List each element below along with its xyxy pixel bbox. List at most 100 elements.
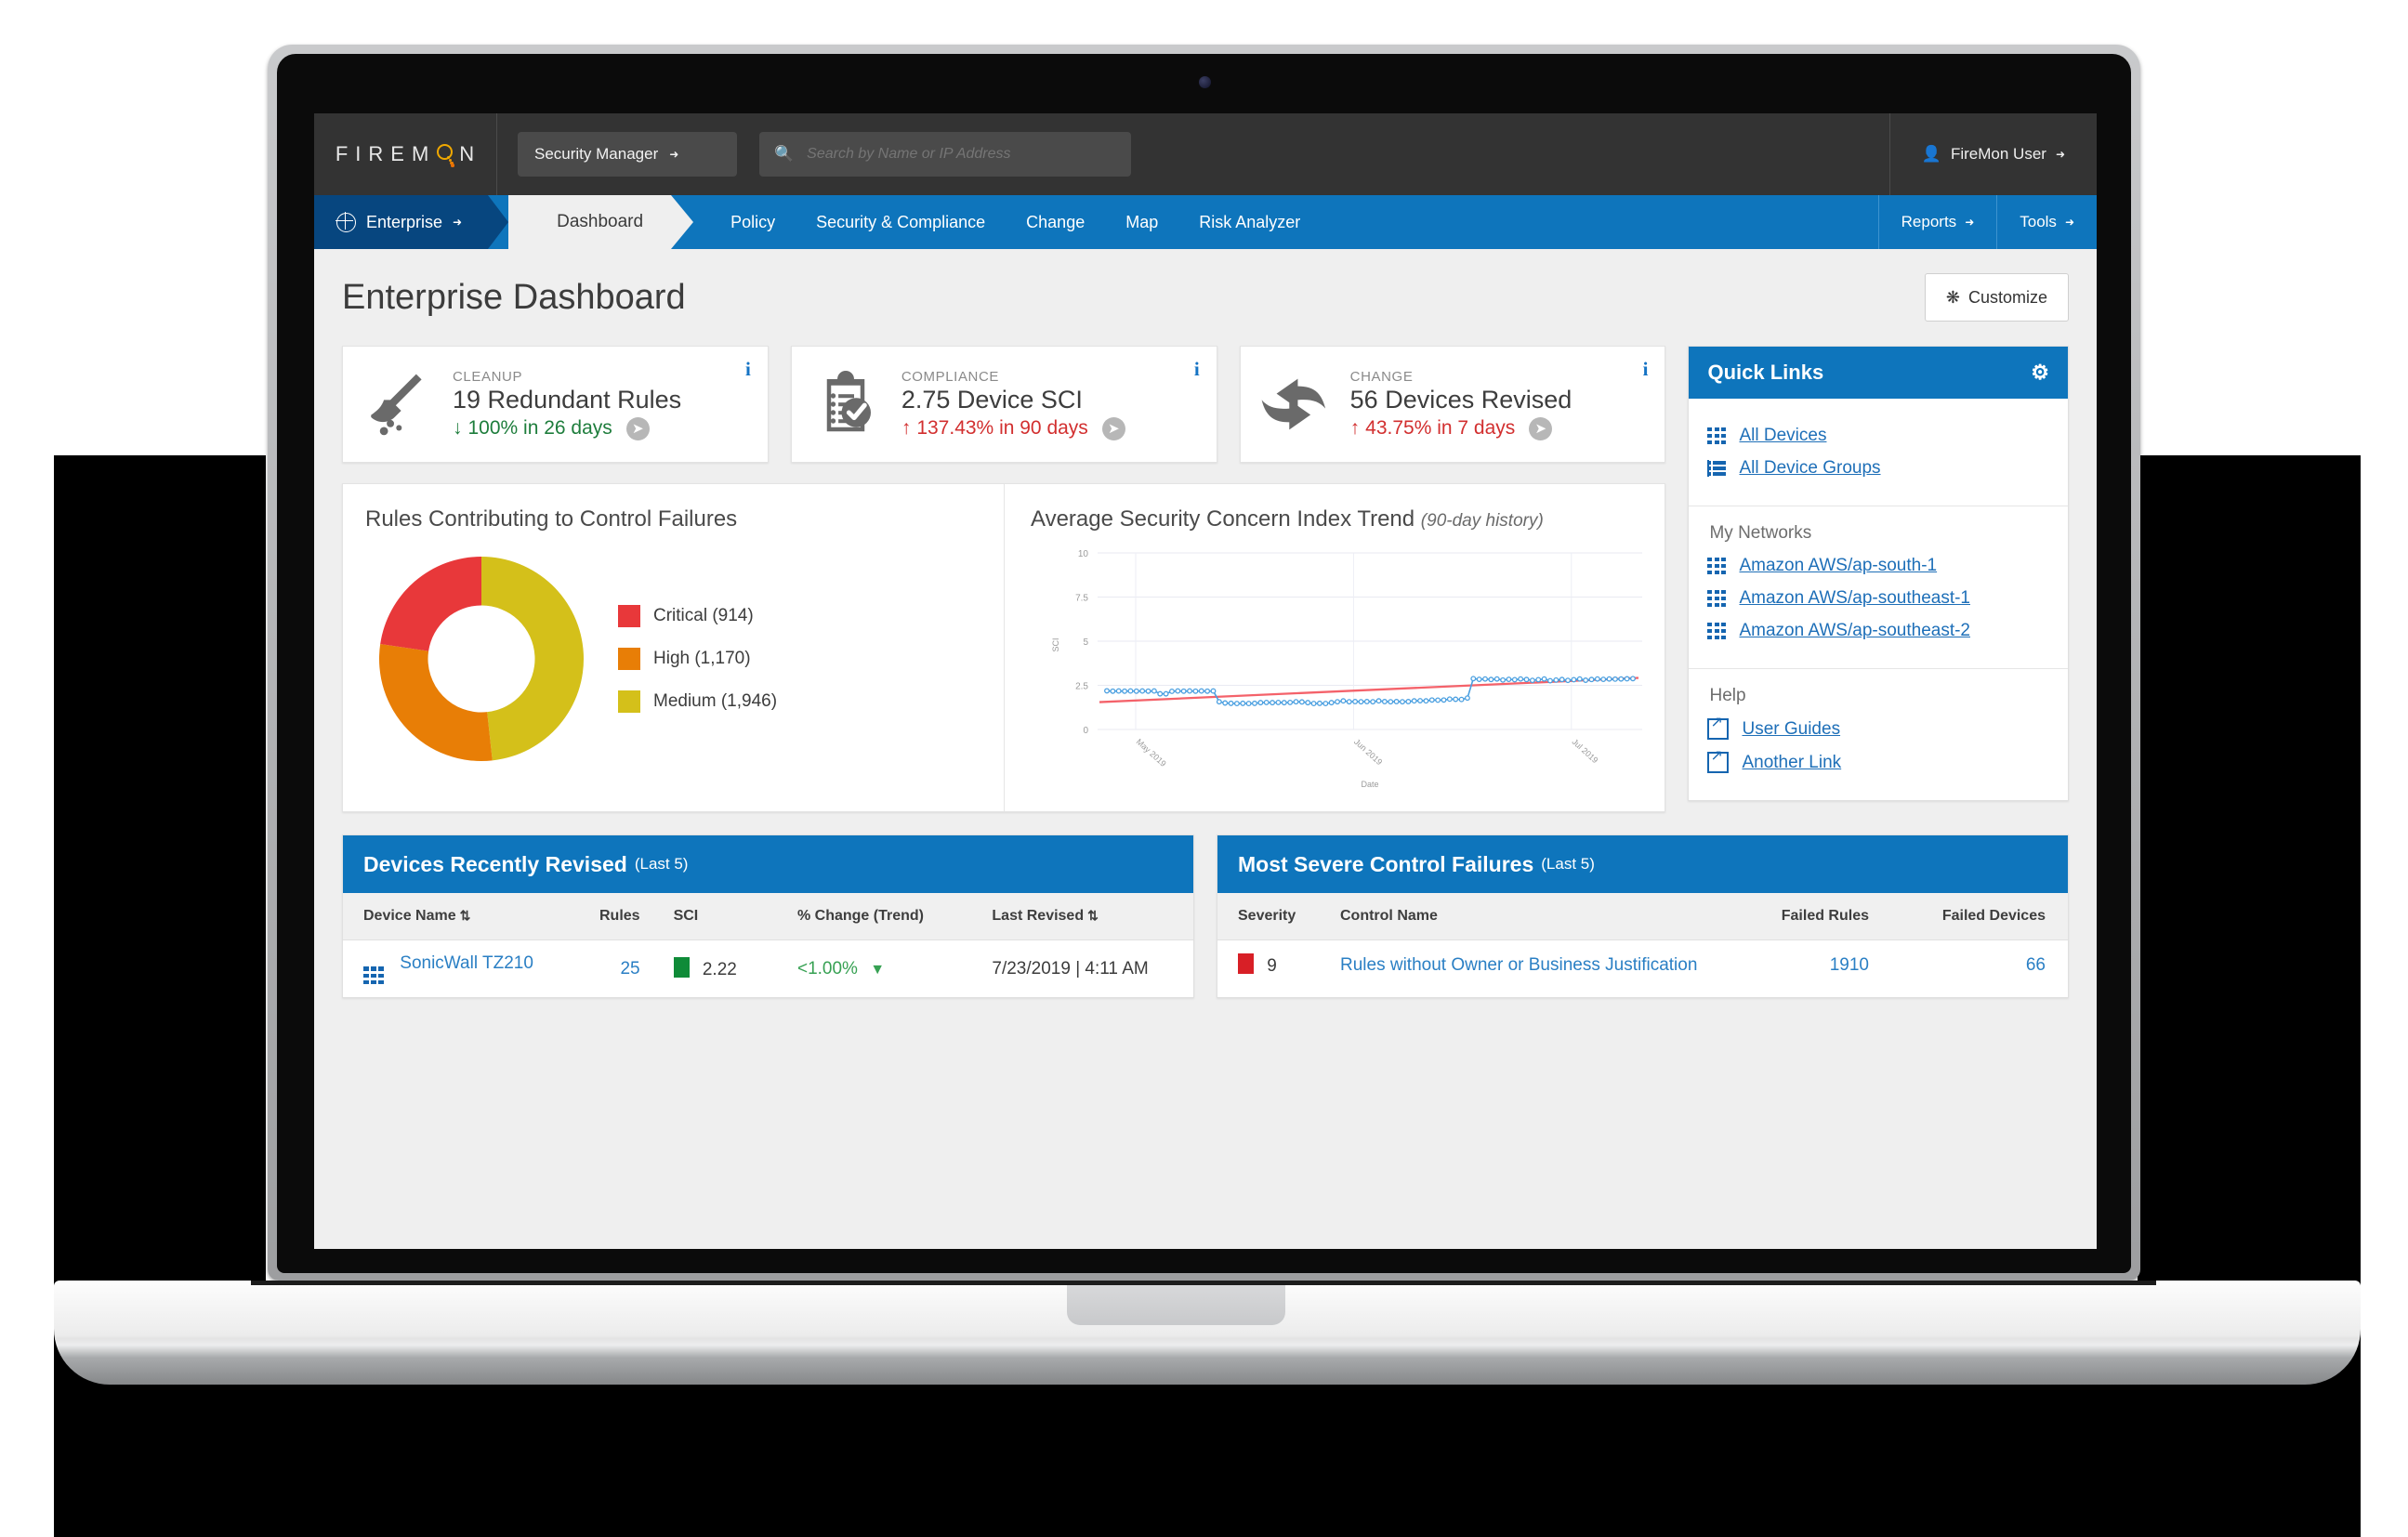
cell-control-name[interactable]: Rules without Owner or Business Justific… bbox=[1331, 940, 1720, 991]
y-tick-label: 5 bbox=[1083, 637, 1088, 648]
chevron-down-icon: ➜ bbox=[453, 216, 463, 229]
cell-device-name[interactable]: SonicWall TZ210 bbox=[343, 940, 579, 998]
data-point bbox=[1151, 688, 1157, 694]
gear-icon: ❋ bbox=[1945, 287, 1960, 307]
device-name-link[interactable]: SonicWall TZ210 bbox=[400, 953, 533, 973]
search-box[interactable]: 🔍 bbox=[759, 132, 1131, 177]
search-input[interactable] bbox=[805, 145, 1088, 164]
change-value: <1.00% bbox=[796, 958, 858, 979]
search-icon: 🔍 bbox=[774, 145, 795, 163]
legend-item-high: High (1,170) bbox=[618, 648, 777, 670]
table-row[interactable]: 9 Rules without Owner or Business Justif… bbox=[1217, 940, 2068, 991]
arrow-right-circle-icon[interactable]: ➤ bbox=[1529, 416, 1553, 440]
data-point bbox=[1518, 676, 1524, 682]
quick-link-label[interactable]: Amazon AWS/ap-southeast-2 bbox=[1739, 621, 1970, 641]
data-point bbox=[1417, 698, 1424, 703]
quick-link-aws-ap-southeast-2[interactable]: Amazon AWS/ap-southeast-2 bbox=[1707, 621, 2049, 641]
nav-link-security-compliance[interactable]: Security & Compliance bbox=[796, 195, 1006, 249]
quick-link-all-device-groups[interactable]: All Device Groups bbox=[1707, 458, 2049, 479]
most-severe-control-failures-panel: Most Severe Control Failures (Last 5) Se… bbox=[1217, 834, 2069, 999]
y-tick-label: 10 bbox=[1078, 549, 1089, 559]
donut-slice-critical[interactable] bbox=[380, 557, 481, 651]
quick-link-aws-ap-southeast-1[interactable]: Amazon AWS/ap-southeast-1 bbox=[1707, 588, 2049, 609]
tab-dashboard[interactable]: Dashboard bbox=[508, 195, 694, 249]
quick-link-label[interactable]: Amazon AWS/ap-south-1 bbox=[1739, 556, 1937, 576]
quick-link-aws-ap-south-1[interactable]: Amazon AWS/ap-south-1 bbox=[1707, 556, 2049, 576]
nav-menu-tools-label: Tools bbox=[2020, 213, 2057, 230]
backdrop-notch bbox=[0, 0, 65, 50]
arrow-right-circle-icon[interactable]: ➤ bbox=[1101, 416, 1125, 440]
data-point bbox=[1216, 699, 1222, 705]
webcam-icon bbox=[1199, 76, 1211, 88]
data-point bbox=[1245, 701, 1252, 707]
col-last-revised[interactable]: Last Revised ⇅ bbox=[964, 893, 1193, 940]
col-device-name[interactable]: Device Name ⇅ bbox=[343, 893, 580, 940]
nav-link-policy[interactable]: Policy bbox=[710, 195, 796, 249]
nav-link-risk-analyzer[interactable]: Risk Analyzer bbox=[1178, 195, 1321, 249]
scope-selector-enterprise[interactable]: Enterprise ➜ bbox=[314, 195, 509, 249]
brand-logo[interactable]: F I R E M N bbox=[314, 113, 497, 195]
data-point bbox=[1180, 688, 1187, 694]
data-point bbox=[1305, 700, 1311, 706]
product-selector[interactable]: Security Manager ➜ bbox=[518, 132, 737, 177]
app-header: F I R E M N Security Manager ➜ 🔍 Search … bbox=[314, 113, 2097, 195]
quick-link-another-link[interactable]: Another Link bbox=[1707, 747, 2049, 773]
cell-severity: 9 bbox=[1217, 940, 1331, 991]
donut-chart bbox=[379, 557, 584, 761]
kpi-card-compliance[interactable]: COMPLIANCE 2.75 Device SCI ↑ 137.43% in … bbox=[790, 346, 1217, 463]
info-icon[interactable]: i bbox=[1643, 358, 1649, 381]
quick-link-all-devices[interactable]: All Devices bbox=[1707, 426, 2049, 446]
donut-slice-medium[interactable] bbox=[481, 557, 584, 761]
quick-link-label[interactable]: Amazon AWS/ap-southeast-1 bbox=[1739, 588, 1970, 609]
user-menu[interactable]: 👤 FireMon User ➜ bbox=[1888, 113, 2097, 195]
nav-link-map[interactable]: Map bbox=[1105, 195, 1178, 249]
data-point bbox=[1588, 677, 1595, 683]
data-point bbox=[1506, 677, 1512, 682]
quick-link-user-guides[interactable]: User Guides bbox=[1707, 714, 2049, 740]
data-point bbox=[1298, 699, 1305, 705]
gear-icon[interactable]: ⚙ bbox=[2031, 361, 2049, 385]
backdrop-block-bottom bbox=[54, 1375, 2361, 1537]
sci-value: 2.22 bbox=[702, 960, 737, 980]
data-point bbox=[1388, 699, 1394, 705]
info-icon[interactable]: i bbox=[745, 358, 751, 381]
logo-letter-f: F bbox=[335, 142, 349, 165]
nav-links: Policy Security & Compliance Change Map … bbox=[710, 195, 1321, 249]
customize-button[interactable]: ❋ Customize bbox=[1924, 273, 2069, 322]
quick-link-label[interactable]: All Device Groups bbox=[1739, 458, 1880, 479]
control-name-link[interactable]: Rules without Owner or Business Justific… bbox=[1340, 955, 1697, 975]
data-point bbox=[1346, 699, 1352, 705]
kpi-card-change[interactable]: CHANGE 56 Devices Revised ↑ 43.75% in 7 … bbox=[1239, 346, 1666, 463]
nav-menu-tools[interactable]: Tools ➜ bbox=[1996, 195, 2097, 249]
data-point bbox=[1441, 697, 1447, 703]
arrow-right-circle-icon[interactable]: ➤ bbox=[625, 416, 650, 440]
nav-link-change[interactable]: Change bbox=[1006, 195, 1105, 249]
failed-devices-link[interactable]: 66 bbox=[2026, 955, 2046, 975]
quick-links-help-section: Help User Guides Another Link bbox=[1689, 669, 2068, 800]
failures-table-title: Most Severe Control Failures bbox=[1238, 851, 1534, 876]
data-point bbox=[1571, 677, 1577, 683]
legend-label: High (1,170) bbox=[653, 649, 751, 668]
table-row[interactable]: SonicWall TZ210 25 2.22 <1.00% ▼ 7/23/20… bbox=[343, 940, 1193, 998]
failed-rules-link[interactable]: 1910 bbox=[1830, 955, 1869, 975]
data-point bbox=[1270, 700, 1276, 706]
data-point bbox=[1145, 688, 1151, 694]
nav-menu-reports[interactable]: Reports ➜ bbox=[1877, 195, 1997, 249]
failures-table-header: Most Severe Control Failures (Last 5) bbox=[1217, 835, 2068, 893]
kpi-card-cleanup[interactable]: CLEANUP 19 Redundant Rules ↓ 100% in 26 … bbox=[342, 346, 769, 463]
logo-letter-r: R bbox=[368, 142, 385, 165]
quick-link-label[interactable]: Another Link bbox=[1742, 753, 1841, 773]
quick-link-label[interactable]: All Devices bbox=[1739, 426, 1826, 446]
chevron-down-icon: ➜ bbox=[2064, 216, 2074, 229]
devices-table-header-row: Device Name ⇅ Rules SCI % Change (Trend) … bbox=[343, 893, 1193, 940]
quick-link-label[interactable]: User Guides bbox=[1742, 719, 1840, 740]
data-point bbox=[1252, 700, 1257, 706]
info-icon[interactable]: i bbox=[1194, 358, 1200, 381]
firewall-icon bbox=[1707, 558, 1727, 574]
donut-slice-high[interactable] bbox=[379, 644, 493, 761]
quick-links-top-section: All Devices All Device Groups bbox=[1689, 399, 2068, 506]
main-nav: Enterprise ➜ Dashboard Policy Security &… bbox=[314, 195, 2097, 249]
logo-letter-i: I bbox=[355, 142, 362, 165]
chart-panels: Rules Contributing to Control Failures C… bbox=[342, 483, 1666, 812]
rules-count[interactable]: 25 bbox=[620, 959, 639, 979]
